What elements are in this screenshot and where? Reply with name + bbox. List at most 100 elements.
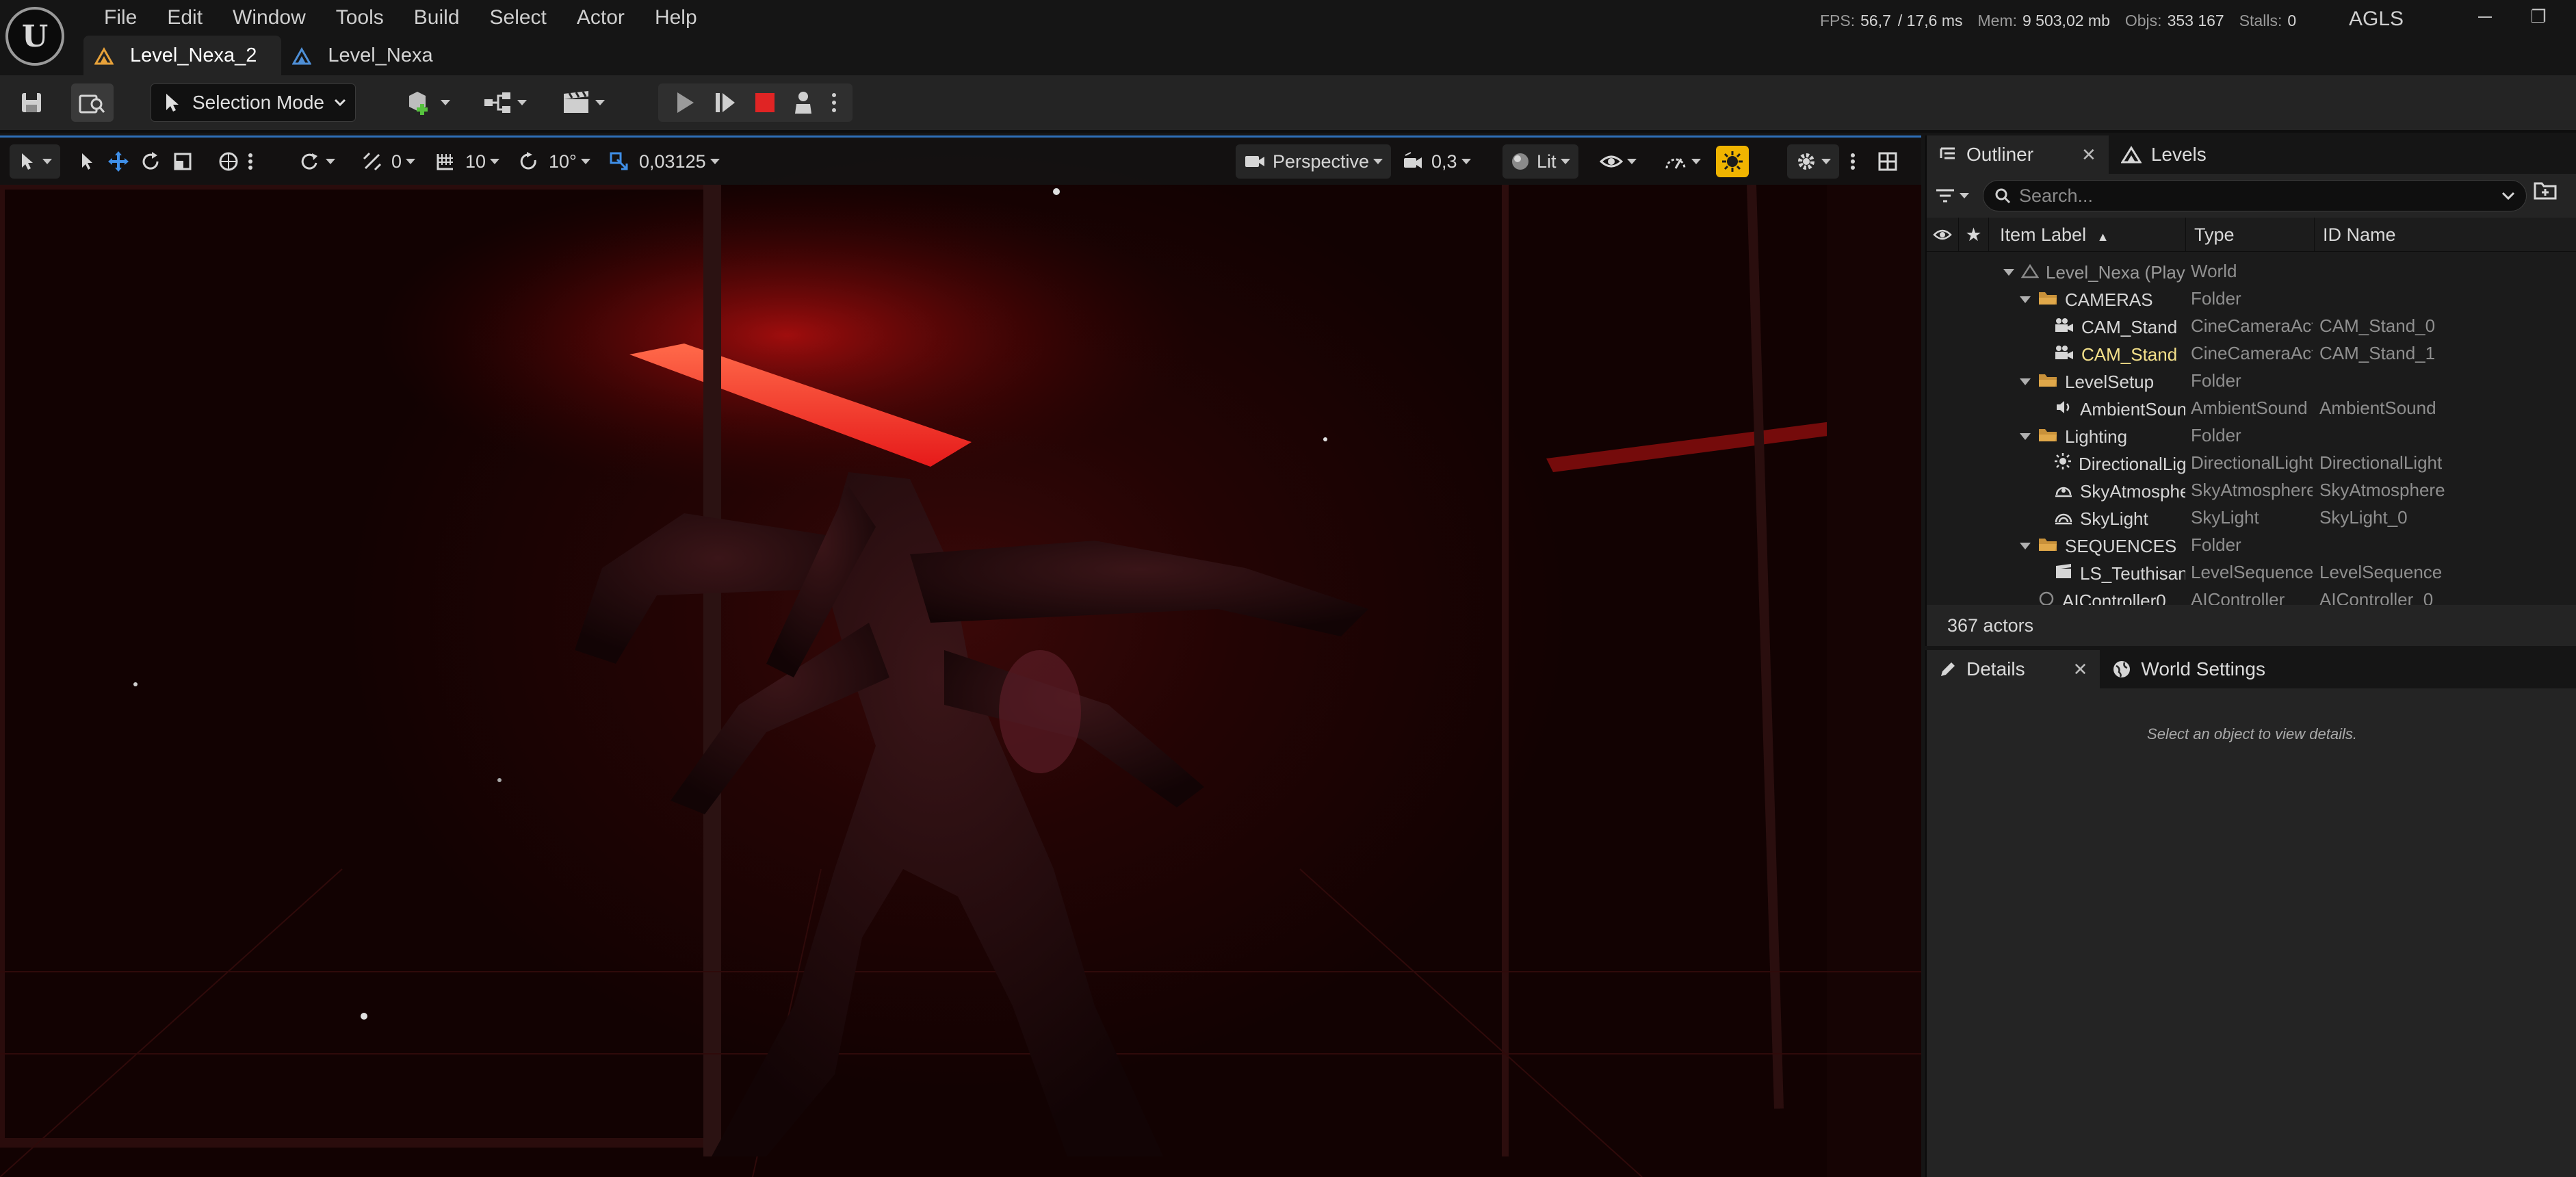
chevron-down-icon[interactable] — [2501, 191, 2515, 201]
expand-arrow-icon[interactable] — [2020, 433, 2031, 441]
tab-label: Level_Nexa — [328, 44, 433, 66]
select-tool-button[interactable] — [77, 144, 96, 179]
outliner-row[interactable]: DirectionalLight DirectionalLight Directio… — [1927, 449, 2576, 476]
outliner-row[interactable]: Lighting Folder — [1927, 422, 2576, 449]
type-column-header[interactable]: Type — [2185, 218, 2314, 252]
pinned-column-header[interactable]: ★ — [1958, 218, 1988, 252]
outliner-row[interactable]: LS_Teuthisan_Stand LevelSequenceActor Leve… — [1927, 558, 2576, 586]
objs-label: Objs: — [2124, 11, 2162, 29]
close-outliner-icon[interactable]: ✕ — [2081, 144, 2096, 166]
menu-file[interactable]: File — [89, 3, 152, 33]
tab-level-nexa[interactable]: Level_Nexa — [281, 36, 457, 75]
translate-tool-button[interactable] — [107, 144, 130, 179]
outliner-type-cell: AmbientSound — [2191, 398, 2308, 418]
angle-snap-dropdown[interactable]: 10° — [517, 144, 590, 179]
project-name: AGLS — [2349, 8, 2404, 30]
expand-arrow-icon[interactable] — [2020, 378, 2031, 386]
more-options-icon[interactable] — [831, 90, 837, 115]
title-bar: U File Edit Window Tools Build Select Ac… — [0, 0, 2576, 75]
tab-label: Level_Nexa_2 — [130, 44, 257, 66]
view-type-dropdown[interactable]: Perspective — [1236, 144, 1392, 179]
camera-speed-dropdown[interactable]: 0,3 — [1403, 144, 1471, 179]
outliner-type-cell: Folder — [2191, 288, 2241, 309]
chevron-down-icon — [1627, 159, 1637, 164]
rotation-snap-value: 0 — [391, 151, 402, 172]
expand-arrow-icon[interactable] — [2020, 543, 2031, 550]
performance-scalability-dropdown[interactable] — [1664, 144, 1701, 179]
menu-build[interactable]: Build — [399, 3, 475, 33]
realtime-toggle-button[interactable] — [1716, 146, 1749, 177]
transform-mode-dropdown[interactable] — [10, 144, 60, 179]
unreal-logo-icon[interactable]: U — [5, 7, 64, 66]
restore-window-button[interactable]: ❐ — [2525, 3, 2552, 30]
tab-details[interactable]: Details ✕ — [1927, 650, 2100, 688]
cinematics-button[interactable] — [557, 83, 609, 122]
tab-level-nexa-2[interactable]: Level_Nexa_2 — [83, 36, 282, 75]
close-details-icon[interactable]: ✕ — [2073, 659, 2088, 680]
outliner-row[interactable]: Level_Nexa (Play In Editor) World — [1927, 257, 2576, 285]
outliner-row[interactable]: CAM_Stand CineCameraActor CAM_Stand_1 — [1927, 339, 2576, 367]
outliner-item-label: Level_Nexa (Play In Editor) — [2046, 262, 2185, 283]
outliner-row[interactable]: CAMERAS Folder — [1927, 285, 2576, 312]
outliner-row[interactable]: SkyLight SkyLight SkyLight_0 — [1927, 504, 2576, 531]
viewport-settings-dropdown[interactable] — [1787, 144, 1839, 179]
step-icon[interactable] — [713, 90, 738, 115]
fps-value: 56,7 — [1860, 11, 1891, 29]
tab-levels[interactable]: Levels — [2109, 135, 2219, 174]
menu-select[interactable]: Select — [475, 3, 562, 33]
scale-tool-button[interactable] — [172, 144, 193, 179]
arrow-cursor-icon — [82, 153, 92, 170]
outliner-row[interactable]: AmbientSound AmbientSound AmbientSound — [1927, 394, 2576, 422]
menu-actor[interactable]: Actor — [562, 3, 640, 33]
performance-stats: FPS: 56,7 / 17,6 ms Mem: 9 503,02 mb Obj… — [1820, 7, 2311, 34]
clapperboard-icon — [564, 91, 588, 113]
tab-world-settings[interactable]: World Settings — [2100, 650, 2278, 688]
stop-icon[interactable] — [754, 92, 776, 114]
levels-tab-label: Levels — [2150, 144, 2207, 165]
item-label-column-header[interactable]: Item Label ▲ — [1988, 218, 2185, 252]
expand-arrow-icon[interactable] — [2020, 296, 2031, 304]
outliner-row[interactable]: CAM_Stand CineCameraActor CAM_Stand_0 — [1927, 312, 2576, 339]
view-mode-dropdown[interactable]: Lit — [1502, 144, 1578, 179]
coordinate-system-button[interactable] — [218, 144, 239, 179]
surface-snap-dropdown[interactable] — [298, 144, 335, 179]
menu-edit[interactable]: Edit — [152, 3, 218, 33]
menu-help[interactable]: Help — [640, 3, 712, 33]
blueprints-button[interactable] — [479, 83, 531, 122]
show-flags-dropdown[interactable] — [1600, 144, 1637, 179]
grid-snap-dropdown[interactable]: 10 — [435, 144, 500, 179]
tab-outliner[interactable]: Outliner ✕ — [1927, 135, 2109, 174]
selection-mode-dropdown[interactable]: Selection Mode — [151, 83, 356, 122]
rotation-snap-dropdown[interactable]: 0 — [361, 144, 416, 179]
outliner-row[interactable]: SkyAtmosphere SkyAtmosphere SkyAtmosphere — [1927, 476, 2576, 504]
rotate-tool-button[interactable] — [140, 144, 161, 179]
expand-arrow-icon[interactable] — [2003, 269, 2014, 276]
scale-icon — [174, 153, 192, 170]
eject-possess-icon[interactable] — [792, 90, 814, 115]
level-viewport[interactable]: 0 10 10° 0,03125 Perspective 0,3 Lit — [0, 135, 1921, 1177]
content-browser-button[interactable] — [71, 83, 114, 122]
id-name-column-header[interactable]: ID Name — [2314, 218, 2451, 252]
minimize-window-button[interactable] — [2471, 3, 2499, 30]
outliner-id-cell: SkyAtmosphere — [2319, 480, 2445, 500]
more-options-icon — [1851, 153, 1855, 170]
scale-snap-dropdown[interactable]: 0,03125 — [609, 144, 720, 179]
viewport-layout-button[interactable] — [1877, 144, 1898, 179]
outliner-row[interactable]: LevelSetup Folder — [1927, 367, 2576, 394]
save-button[interactable] — [14, 83, 49, 122]
menu-tools[interactable]: Tools — [321, 3, 399, 33]
outliner-search-input[interactable] — [2019, 185, 2501, 207]
visibility-column-header[interactable] — [1927, 218, 1958, 252]
video-camera-icon — [1245, 156, 1264, 167]
quick-add-button[interactable] — [402, 83, 454, 122]
outliner-row[interactable]: SEQUENCES Folder — [1927, 531, 2576, 558]
menu-window[interactable]: Window — [218, 3, 321, 33]
viewport-more-button[interactable] — [1850, 144, 1856, 179]
document-tabs: Level_Nexa_2 Level_Nexa — [83, 36, 458, 75]
objs-value: 353 167 — [2167, 11, 2224, 29]
play-icon[interactable] — [673, 90, 697, 115]
filter-dropdown[interactable] — [1935, 181, 1983, 211]
chevron-down-icon — [42, 159, 52, 164]
more-transform-options[interactable] — [248, 144, 253, 179]
new-folder-button[interactable] — [2534, 181, 2568, 211]
